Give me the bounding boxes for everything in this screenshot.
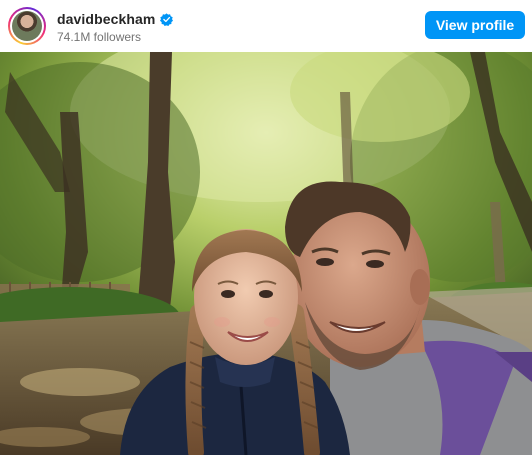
avatar[interactable] xyxy=(12,11,42,41)
user-info: davidbeckham 74.1M followers xyxy=(57,11,174,44)
post-header: davidbeckham 74.1M followers View profil… xyxy=(0,0,532,52)
verified-badge-icon xyxy=(160,12,174,26)
followers-count: 74.1M followers xyxy=(57,30,142,44)
post-photo[interactable] xyxy=(0,52,532,455)
view-profile-button[interactable]: View profile xyxy=(425,11,525,39)
avatar-story-ring[interactable] xyxy=(8,7,46,45)
username-link[interactable]: davidbeckham xyxy=(57,11,155,27)
selfie-forest-image xyxy=(0,52,532,455)
